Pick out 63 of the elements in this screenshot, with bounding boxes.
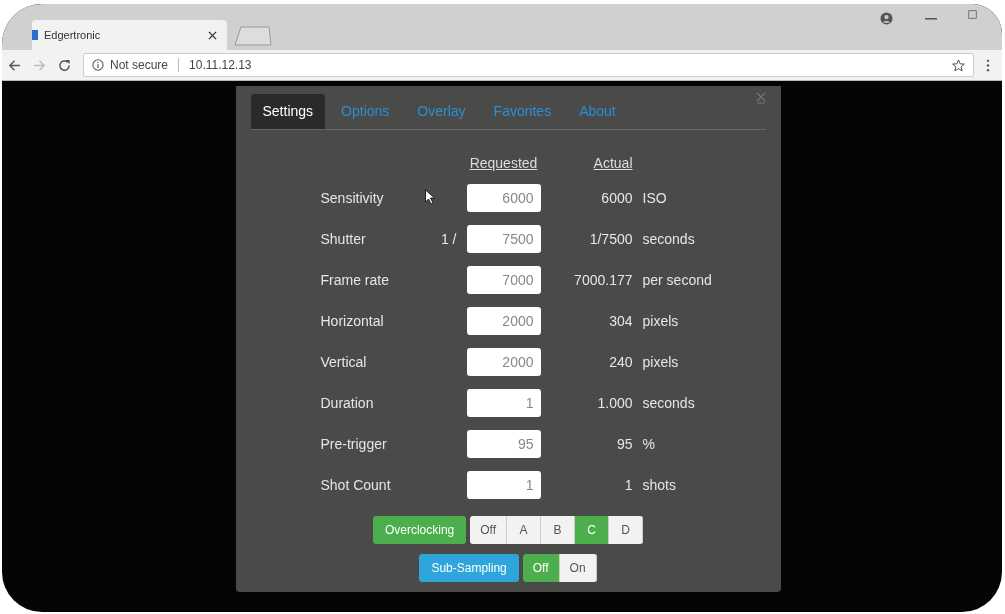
option-button[interactable]: B [541, 516, 576, 544]
setting-label: Shutter [320, 231, 366, 247]
unit-label: shots [642, 477, 677, 493]
actual-value: 7000.177 [573, 272, 633, 288]
actual-value: 95 [615, 436, 633, 452]
unit-label: per second [642, 272, 713, 288]
unit-label: seconds [642, 231, 696, 247]
actual-value: 1.000 [596, 395, 633, 411]
input-field[interactable]: 1 [466, 471, 541, 499]
actual-value: 1/7500 [588, 231, 633, 247]
setting-label: Frame rate [320, 272, 389, 288]
toggle-label-button[interactable]: Overclocking [372, 516, 467, 544]
unit-label: pixels [642, 354, 680, 370]
tab-title: Edgertronic [44, 29, 102, 41]
option-button[interactable]: Off [522, 554, 560, 582]
reload-icon[interactable] [58, 58, 71, 72]
option-button[interactable]: On [559, 554, 597, 582]
setting-label: Pre-trigger [320, 436, 387, 452]
favicon-icon [32, 30, 38, 40]
back-icon[interactable] [8, 58, 21, 72]
input-field[interactable]: 6000 [466, 184, 541, 212]
panel-tab[interactable]: Overlay [405, 94, 478, 129]
option-button[interactable]: A [507, 516, 542, 544]
actual-value: 304 [608, 313, 633, 329]
option-button[interactable]: C [575, 516, 610, 544]
star-icon[interactable] [952, 58, 965, 72]
toggle-label-button[interactable]: Sub-Sampling [419, 554, 519, 582]
option-button[interactable]: D [609, 516, 644, 544]
unit-label: seconds [642, 395, 696, 411]
panel-tab[interactable]: Settings [250, 94, 326, 129]
actual-value: 6000 [600, 190, 633, 206]
info-icon [92, 59, 104, 71]
column-header: Actual [593, 155, 633, 171]
actual-value: 240 [608, 354, 633, 370]
column-header: Requested [468, 155, 539, 171]
unit-label: ISO [642, 190, 668, 206]
setting-label: Horizontal [320, 313, 384, 329]
url-text: 10.11.12.13 [189, 58, 252, 72]
unit-label: pixels [642, 313, 680, 329]
prefix-label: 1 / [440, 231, 457, 247]
setting-label: Sensitivity [320, 190, 384, 206]
input-field[interactable]: 95 [466, 430, 541, 458]
setting-label: Shot Count [320, 477, 391, 493]
input-field[interactable]: 1 [466, 389, 541, 417]
cursor-icon [423, 189, 435, 205]
address-bar[interactable]: Not secure 10.11.12.13 [83, 53, 974, 77]
setting-label: Vertical [320, 354, 367, 370]
menu-icon[interactable] [986, 58, 990, 72]
input-field[interactable]: 7000 [466, 266, 541, 294]
browser-tab[interactable]: Edgertronic [32, 20, 227, 50]
input-field[interactable]: 7500 [466, 225, 541, 253]
actual-value: 1 [623, 477, 633, 493]
input-field[interactable]: 2000 [466, 307, 541, 335]
unit-label: % [642, 436, 656, 452]
profile-icon[interactable] [880, 12, 893, 25]
panel-tab[interactable]: About [567, 94, 628, 129]
panel-tab[interactable]: Options [329, 94, 402, 129]
close-icon[interactable] [208, 30, 217, 40]
input-field[interactable]: 2000 [466, 348, 541, 376]
security-label: Not secure [110, 58, 169, 72]
option-button[interactable]: Off [470, 516, 508, 544]
panel-tab[interactable]: Favorites [481, 94, 564, 129]
setting-label: Duration [320, 395, 374, 411]
